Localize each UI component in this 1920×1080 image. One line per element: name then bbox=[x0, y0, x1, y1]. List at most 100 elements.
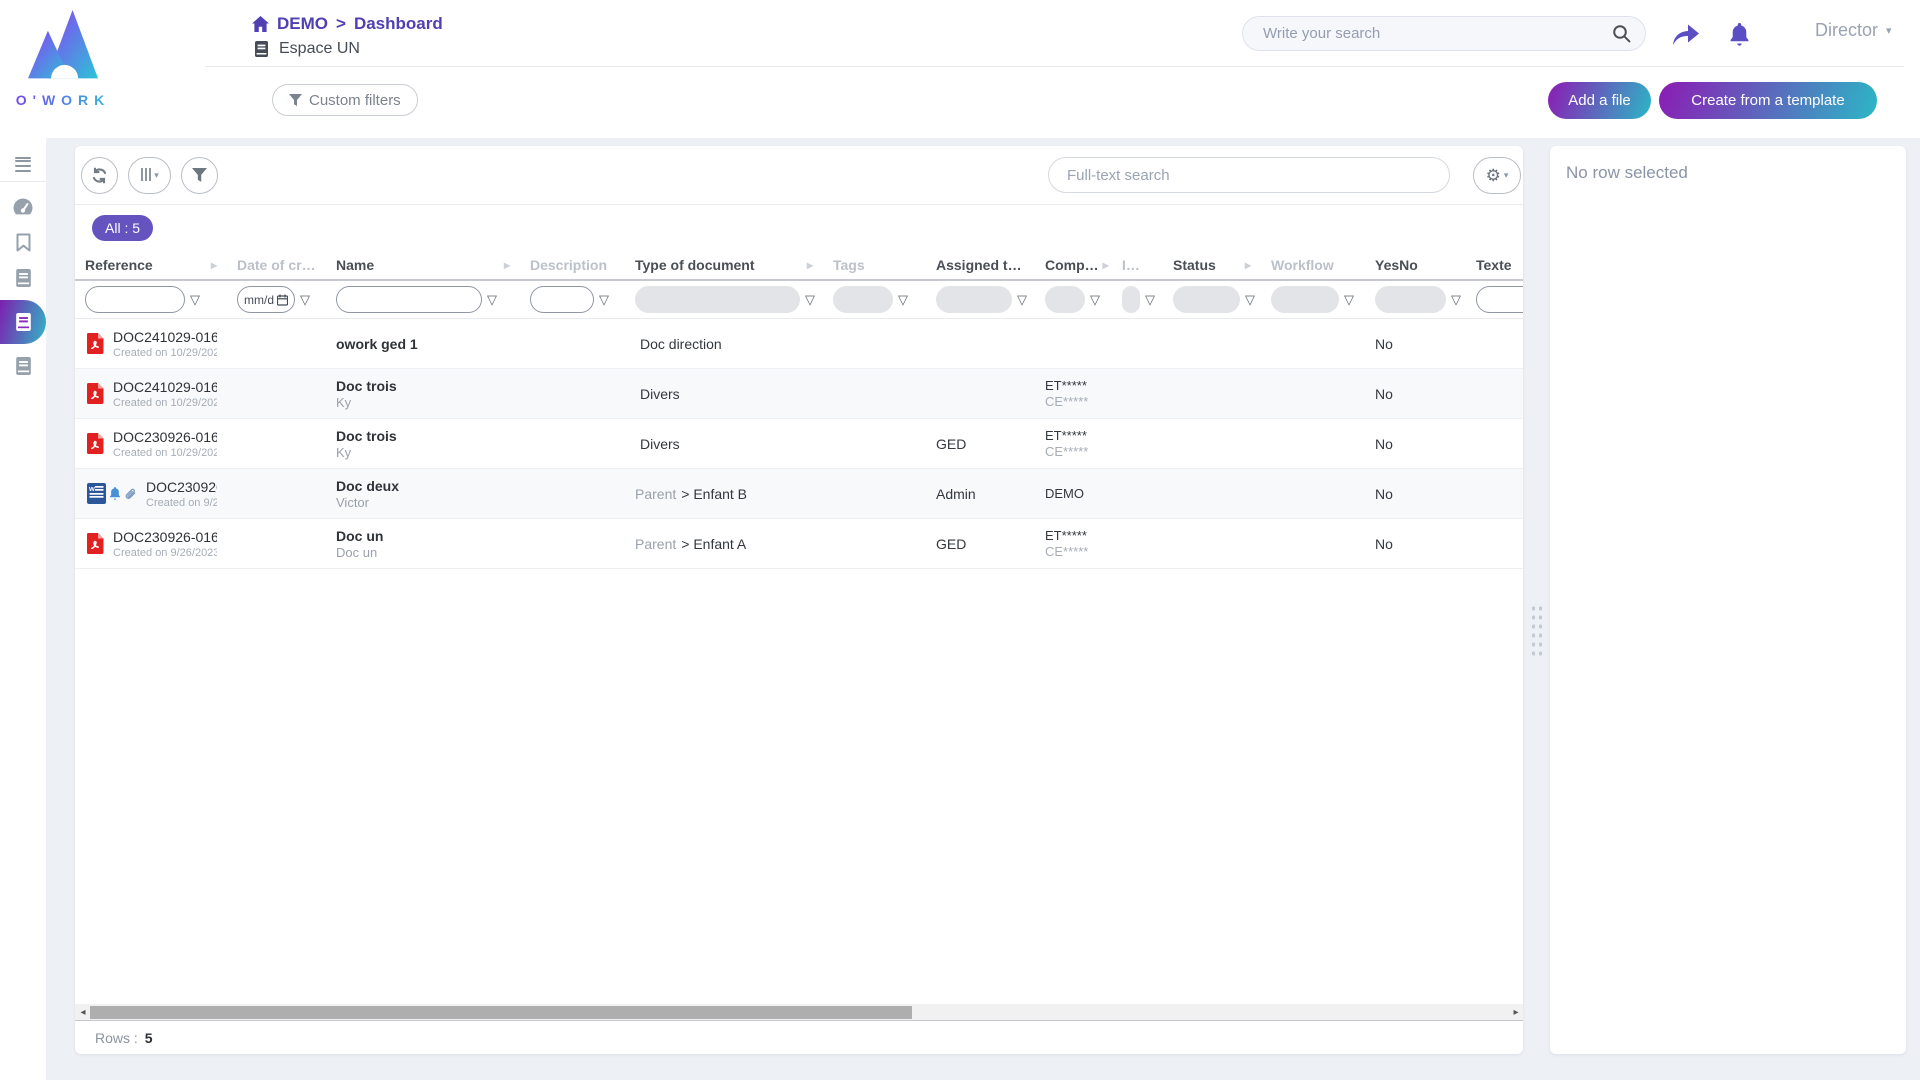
filter-select-tags bbox=[833, 286, 893, 313]
filter-menu-button[interactable]: ▽ bbox=[1017, 293, 1027, 306]
document-name: owork ged 1 bbox=[336, 336, 510, 352]
pdf-file-icon bbox=[87, 433, 104, 454]
create-from-template-button[interactable]: Create from a template bbox=[1659, 82, 1877, 119]
created-date: Created on 9/26/2023 3:08:43 AM bbox=[113, 547, 217, 559]
fulltext-search-input[interactable] bbox=[1048, 157, 1450, 193]
column-header-yesno[interactable]: YesNo bbox=[1365, 257, 1466, 273]
search-icon[interactable] bbox=[1612, 24, 1631, 43]
yesno-value: No bbox=[1375, 386, 1456, 402]
column-header-company[interactable]: Comp…▸ bbox=[1035, 257, 1112, 273]
filter-button[interactable] bbox=[181, 157, 218, 194]
workspace-label: Espace UN bbox=[254, 40, 360, 58]
horizontal-scrollbar[interactable]: ◂ ▸ bbox=[75, 1004, 1523, 1021]
filter-menu-button[interactable]: ▽ bbox=[1344, 293, 1354, 306]
document-reference: DOC241029-01627-0 bbox=[113, 379, 217, 395]
filter-input-reference[interactable] bbox=[85, 286, 185, 313]
breadcrumb-current[interactable]: Dashboard bbox=[354, 14, 443, 34]
filter-select-company bbox=[1045, 286, 1085, 313]
column-header-name[interactable]: Name▸ bbox=[326, 257, 520, 273]
refresh-icon bbox=[91, 167, 108, 184]
user-menu[interactable]: Director ▾ bbox=[1815, 20, 1892, 41]
scroll-right-arrow[interactable]: ▸ bbox=[1509, 1004, 1523, 1020]
column-header-tags: Tags bbox=[823, 257, 926, 273]
breadcrumb-root[interactable]: DEMO bbox=[277, 14, 328, 34]
filter-menu-button[interactable]: ▽ bbox=[599, 293, 609, 306]
columns-button[interactable]: ▾ bbox=[128, 157, 171, 194]
table-row[interactable]: DOC241029-01627-0 Created on 10/29/2024 … bbox=[75, 369, 1523, 419]
filter-menu-button[interactable]: ▽ bbox=[1245, 293, 1255, 306]
column-header-texte[interactable]: Texte bbox=[1466, 257, 1523, 273]
table-row[interactable]: DOC230926-01610-3 Created on 10/29/2024 … bbox=[75, 419, 1523, 469]
sidebar-item-archive[interactable] bbox=[0, 348, 46, 384]
app-header: O'WORK DEMO > Dashboard Espace UN D bbox=[0, 0, 1920, 138]
filter-menu-button[interactable]: ▽ bbox=[487, 293, 497, 306]
company: DEMO bbox=[1045, 486, 1102, 501]
chevron-down-icon: ▾ bbox=[1504, 170, 1509, 181]
sidebar-item-dashboard[interactable] bbox=[0, 188, 46, 224]
panel-resize-handle[interactable] bbox=[1529, 602, 1542, 660]
scrollbar-thumb[interactable] bbox=[90, 1006, 912, 1019]
yesno-value: No bbox=[1375, 536, 1456, 552]
document-name: Doc trois bbox=[336, 378, 510, 394]
company: ET***** bbox=[1045, 528, 1102, 543]
share-button[interactable] bbox=[1668, 18, 1702, 50]
bell-icon bbox=[1729, 23, 1750, 46]
alert-bell-icon bbox=[109, 487, 121, 500]
book-icon bbox=[15, 313, 32, 331]
table-toolbar: ▾ ⚙ ▾ bbox=[75, 146, 1523, 205]
refresh-button[interactable] bbox=[81, 157, 118, 194]
filter-select-assigned bbox=[936, 286, 1012, 313]
yesno-value: No bbox=[1375, 436, 1456, 452]
sidebar-item-bookmarks[interactable] bbox=[0, 224, 46, 260]
column-header-type-of-document[interactable]: Type of document▸ bbox=[625, 257, 823, 273]
custom-filters-button[interactable]: Custom filters bbox=[272, 84, 418, 116]
filter-menu-button[interactable]: ▽ bbox=[300, 293, 310, 306]
table-row[interactable]: w DOC230926-01609-0 Created on 9/26/2023… bbox=[75, 469, 1523, 519]
chevron-down-icon: ▾ bbox=[1886, 24, 1892, 37]
company-sub: CE***** bbox=[1045, 544, 1102, 559]
company: ET***** bbox=[1045, 378, 1102, 393]
documents-table-card: ▾ ⚙ ▾ All : 5 Reference▸ Date of cr… Nam… bbox=[75, 146, 1523, 1054]
document-reference: DOC230926-01610-3 bbox=[113, 429, 217, 445]
rows-count-badge[interactable]: All : 5 bbox=[92, 215, 153, 241]
filter-menu-button[interactable]: ▽ bbox=[1451, 293, 1461, 306]
yesno-value: No bbox=[1375, 336, 1456, 352]
created-date: Created on 9/26/2023 3:09:45 AM bbox=[146, 497, 217, 509]
breadcrumb-separator: > bbox=[336, 14, 346, 34]
filter-funnel-icon bbox=[289, 94, 302, 107]
filter-menu-button[interactable]: ▽ bbox=[190, 293, 200, 306]
document-reference: DOC241029-01635-0 bbox=[113, 329, 217, 345]
created-date: Created on 10/29/2024 10:24:21 PM bbox=[113, 397, 217, 409]
filter-menu-button[interactable]: ▽ bbox=[805, 293, 815, 306]
hamburger-icon bbox=[15, 157, 31, 159]
column-header-date-of-creation: Date of cr… bbox=[227, 257, 326, 273]
sidebar-item-documents[interactable] bbox=[0, 260, 46, 296]
filter-input-texte[interactable] bbox=[1476, 286, 1523, 313]
filter-menu-button[interactable]: ▽ bbox=[1090, 293, 1100, 306]
filter-input-description[interactable] bbox=[530, 286, 594, 313]
app-logo[interactable]: O'WORK bbox=[8, 10, 118, 108]
filter-menu-button[interactable]: ▽ bbox=[1145, 293, 1155, 306]
menu-toggle-button[interactable] bbox=[0, 141, 46, 175]
filter-menu-button[interactable]: ▽ bbox=[898, 293, 908, 306]
sidebar-divider bbox=[0, 181, 46, 182]
assigned-to: Admin bbox=[936, 486, 1025, 502]
filter-funnel-icon bbox=[192, 168, 207, 183]
add-file-button[interactable]: Add a file bbox=[1548, 82, 1651, 119]
top-search-input[interactable] bbox=[1242, 16, 1646, 51]
column-header-status[interactable]: Status▸ bbox=[1163, 257, 1261, 273]
book-icon bbox=[15, 357, 32, 375]
column-header-assigned-to[interactable]: Assigned t… bbox=[926, 257, 1035, 273]
filter-input-name[interactable] bbox=[336, 286, 482, 313]
document-subtitle: Doc un bbox=[336, 545, 510, 560]
settings-button[interactable]: ⚙ ▾ bbox=[1473, 157, 1521, 194]
yesno-value: No bbox=[1375, 486, 1456, 502]
table-row[interactable]: DOC230926-01608-0 Created on 9/26/2023 3… bbox=[75, 519, 1523, 569]
scroll-left-arrow[interactable]: ◂ bbox=[76, 1004, 90, 1020]
column-header-reference[interactable]: Reference▸ bbox=[75, 257, 227, 273]
home-icon[interactable] bbox=[252, 16, 269, 32]
table-row[interactable]: DOC241029-01635-0 Created on 10/29/2024 … bbox=[75, 319, 1523, 369]
sidebar-item-ged-active[interactable] bbox=[0, 300, 46, 344]
filter-input-date[interactable]: mm/d bbox=[237, 286, 295, 313]
notifications-button[interactable] bbox=[1722, 18, 1756, 50]
